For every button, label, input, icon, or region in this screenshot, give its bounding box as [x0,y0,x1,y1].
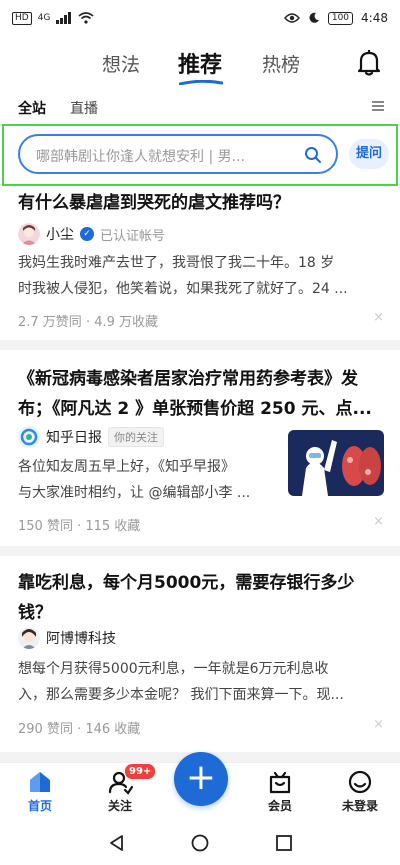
sub-tab-bar: 全站 直播 [0,90,400,124]
title-line: 靠吃利息，每个月5000元，需要存银行多少 [18,573,355,593]
sub-tab-all-site[interactable]: 全站 [18,98,46,118]
eye-icon [283,13,300,23]
dismiss-button[interactable]: × [373,514,384,529]
network-type: 4G [37,13,51,23]
status-left: HD 4G [12,11,94,25]
card-excerpt[interactable]: 我妈生我时难产去世了，我哥恨了我二十年。18 岁 时我被人侵犯，他笑着说，如果我… [18,250,348,302]
recents-icon[interactable] [275,834,293,852]
card-author[interactable]: 小尘 ✓ 已认证帐号 [18,222,165,246]
zhihu-daily-avatar [18,426,40,448]
nav-label: 关注 [107,799,132,813]
clock: 4:48 [361,11,388,25]
title-line: 《新冠病毒感染者居家治疗常用药参考表》发 [18,369,358,389]
ask-question-button[interactable]: 提问 [349,139,389,169]
excerpt-line: 想每个月获得5000元利息，一年就是6万元利息收 [18,661,329,677]
vip-shop-icon [269,771,291,794]
status-bar: HD 4G 100 4:48 [0,0,400,36]
nav-profile[interactable]: 未登录 [330,769,390,814]
notification-count-badge: 99+ [124,763,157,780]
wifi-icon [78,12,94,24]
excerpt-line: 时我被人侵犯，他笑着说，如果我死了就好了。24 ... [18,281,348,297]
profile-icon [348,770,372,794]
home-icon [30,772,50,792]
create-post-button[interactable]: + [174,752,228,806]
card-author[interactable]: 知乎日报 你的关注 [18,425,164,449]
bell-icon[interactable] [356,49,382,77]
nav-label: 首页 [27,799,52,813]
feed-card[interactable]: 《新冠病毒感染者居家治疗常用药参考表》发 布；《阿凡达 2 》单张预售价超 25… [0,350,400,546]
menu-icon[interactable] [372,101,384,113]
excerpt-line: 我妈生我时难产去世了，我哥恨了我二十年。18 岁 [18,255,335,271]
nav-label: 未登录 [341,799,378,813]
tab-ideas[interactable]: 想法 [102,50,140,77]
dismiss-button[interactable]: × [373,310,384,325]
card-title[interactable]: 靠吃利息，每个月5000元，需要存银行多少 钱？ [18,568,386,628]
sim-icon: HD [12,11,32,25]
title-line: 钱？ [18,603,52,623]
card-stats: 290 赞同 · 146 收藏 [18,722,141,737]
sub-tab-live[interactable]: 直播 [70,98,98,118]
excerpt-line: 与大家准时相约，让 @编辑部小李 ... [18,485,251,501]
tab-hot-list[interactable]: 热榜 [262,50,300,77]
card-author[interactable]: 阿博博科技 [18,626,116,650]
tab-recommend[interactable]: 推荐 [178,47,222,79]
card-stats: 2.7 万赞同 · 4.9 万收藏 [18,315,159,330]
author-name: 小尘 [46,227,74,243]
excerpt-line: 入，那么需要多少本金呢？ 我们下面来算一下。现... [18,687,344,703]
card-stats: 150 赞同 · 115 收藏 [18,519,141,534]
active-tab-underline [179,80,223,85]
excerpt-line: 各位知友周五早上好，《知乎早报》 [18,459,235,475]
feed-card[interactable]: 靠吃利息，每个月5000元，需要存银行多少 钱？ 阿博博科技 想每个月获得500… [0,556,400,752]
status-right: 100 4:48 [283,11,388,25]
dismiss-button[interactable]: × [373,717,384,732]
avatar [18,223,40,245]
home-circle-icon[interactable] [191,834,209,852]
title-line: 布；《阿凡达 2 》单张预售价超 250 元、点... [18,399,372,419]
search-placeholder: 哪部韩剧让你逢人就想安利 | 男... [36,149,245,165]
card-title[interactable]: 《新冠病毒感染者居家治疗常用药参考表》发 布；《阿凡达 2 》单张预售价超 25… [18,364,386,424]
author-name: 知乎日报 [46,430,102,446]
search-area: 哪部韩剧让你逢人就想安利 | 男... 提问 [0,124,400,188]
signal-icon [56,12,72,24]
avatar [18,627,40,649]
card-excerpt[interactable]: 各位知友周五早上好，《知乎早报》 与大家准时相约，让 @编辑部小李 ... [18,454,250,506]
nav-label: 会员 [267,799,292,813]
moon-icon [309,12,319,23]
card-title[interactable]: 有什么暴虐虐到哭死的虐文推荐吗？ [18,188,386,218]
following-badge: 你的关注 [108,427,164,447]
back-icon[interactable] [108,834,126,852]
nav-vip[interactable]: 会员 [250,769,310,814]
search-icon[interactable] [304,146,322,164]
battery-icon: 100 [327,11,354,25]
search-input[interactable]: 哪部韩剧让你逢人就想安利 | 男... [18,134,338,174]
nav-home[interactable]: 首页 [10,769,70,814]
article-thumbnail[interactable] [288,430,384,496]
top-tab-bar: 想法 推荐 热榜 [0,36,400,90]
card-excerpt[interactable]: 想每个月获得5000元利息，一年就是6万元利息收 入，那么需要多少本金呢？ 我们… [18,656,344,708]
verified-label: 已认证帐号 [100,228,166,244]
feed-card[interactable]: 有什么暴虐虐到哭死的虐文推荐吗？ 小尘 ✓ 已认证帐号 我妈生我时难产去世了，我… [0,188,400,340]
author-name: 阿博博科技 [46,631,116,647]
system-navigation-bar [0,822,400,865]
verified-icon: ✓ [80,227,94,241]
